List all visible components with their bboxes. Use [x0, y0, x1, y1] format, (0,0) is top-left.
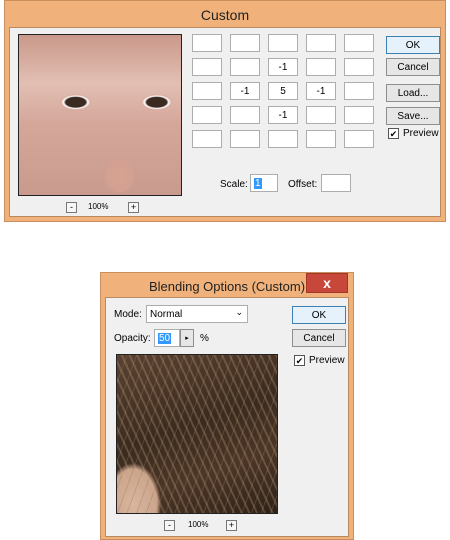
kernel-cell[interactable] — [230, 58, 260, 76]
chevron-down-icon: ⌄ — [235, 307, 243, 317]
zoom-out-button[interactable]: - — [164, 520, 175, 531]
preview-label: Preview — [403, 128, 439, 139]
blend-preview-image[interactable] — [116, 354, 278, 514]
kernel-cell[interactable]: -1 — [306, 82, 336, 100]
kernel-cell[interactable] — [230, 34, 260, 52]
preview-checkbox[interactable]: ✔ — [388, 128, 399, 139]
kernel-cell[interactable] — [230, 106, 260, 124]
kernel-cell[interactable] — [192, 82, 222, 100]
cancel-button[interactable]: Cancel — [386, 58, 440, 76]
opacity-value: 50 — [158, 332, 172, 344]
custom-filter-dialog: Custom - 100% + Scale: 1 Offset: OK Canc… — [4, 0, 446, 222]
kernel-cell[interactable] — [306, 130, 336, 148]
save-button[interactable]: Save... — [386, 107, 440, 125]
opacity-input[interactable]: 50 — [154, 329, 180, 347]
dialog-client-area: Mode: Normal ⌄ Opacity: 50 ▸ % OK Cancel… — [105, 297, 349, 537]
preview-label: Preview — [309, 355, 345, 366]
kernel-cell[interactable]: -1 — [268, 106, 298, 124]
scale-label: Scale: — [220, 179, 248, 190]
kernel-cell[interactable] — [344, 130, 374, 148]
dialog-client-area: - 100% + Scale: 1 Offset: OK Cancel Load… — [9, 27, 441, 217]
triangle-right-icon: ▸ — [185, 335, 189, 342]
offset-input[interactable] — [321, 174, 351, 192]
opacity-unit: % — [200, 333, 209, 344]
kernel-cell[interactable] — [192, 130, 222, 148]
kernel-cell[interactable] — [306, 106, 336, 124]
kernel-cell[interactable] — [306, 58, 336, 76]
kernel-cell[interactable] — [306, 34, 336, 52]
kernel-cell[interactable] — [192, 106, 222, 124]
close-button[interactable]: x — [306, 273, 348, 293]
mode-label: Mode: — [114, 309, 142, 320]
ok-button[interactable]: OK — [292, 306, 346, 324]
kernel-cell[interactable] — [344, 106, 374, 124]
cancel-button[interactable]: Cancel — [292, 329, 346, 347]
kernel-cell[interactable] — [268, 130, 298, 148]
scale-value: 1 — [254, 177, 262, 189]
dialog-title: Custom — [200, 7, 250, 23]
blending-options-dialog: Blending Options (Custom) x Mode: Normal… — [100, 272, 354, 540]
kernel-cell[interactable]: -1 — [230, 82, 260, 100]
load-button[interactable]: Load... — [386, 84, 440, 102]
kernel-cell[interactable] — [344, 34, 374, 52]
opacity-label: Opacity: — [114, 333, 151, 344]
scale-input[interactable]: 1 — [250, 174, 278, 192]
close-icon: x — [323, 275, 331, 291]
kernel-cell[interactable] — [344, 58, 374, 76]
kernel-cell[interactable]: 5 — [268, 82, 298, 100]
zoom-in-button[interactable]: + — [226, 520, 237, 531]
zoom-level: 100% — [188, 520, 209, 529]
preview-checkbox[interactable]: ✔ — [294, 355, 305, 366]
zoom-level: 100% — [88, 202, 109, 211]
kernel-cell[interactable] — [344, 82, 374, 100]
zoom-in-button[interactable]: + — [128, 202, 139, 213]
filter-preview-image[interactable] — [18, 34, 182, 196]
mode-select[interactable]: Normal ⌄ — [146, 305, 248, 323]
kernel-cell[interactable] — [230, 130, 260, 148]
offset-label: Offset: — [288, 179, 318, 190]
zoom-out-button[interactable]: - — [66, 202, 77, 213]
kernel-cell[interactable]: -1 — [268, 58, 298, 76]
mode-value: Normal — [150, 308, 183, 320]
ok-button[interactable]: OK — [386, 36, 440, 54]
kernel-cell[interactable] — [192, 34, 222, 52]
kernel-cell[interactable] — [192, 58, 222, 76]
kernel-cell[interactable] — [268, 34, 298, 52]
opacity-slider-toggle[interactable]: ▸ — [180, 329, 194, 347]
